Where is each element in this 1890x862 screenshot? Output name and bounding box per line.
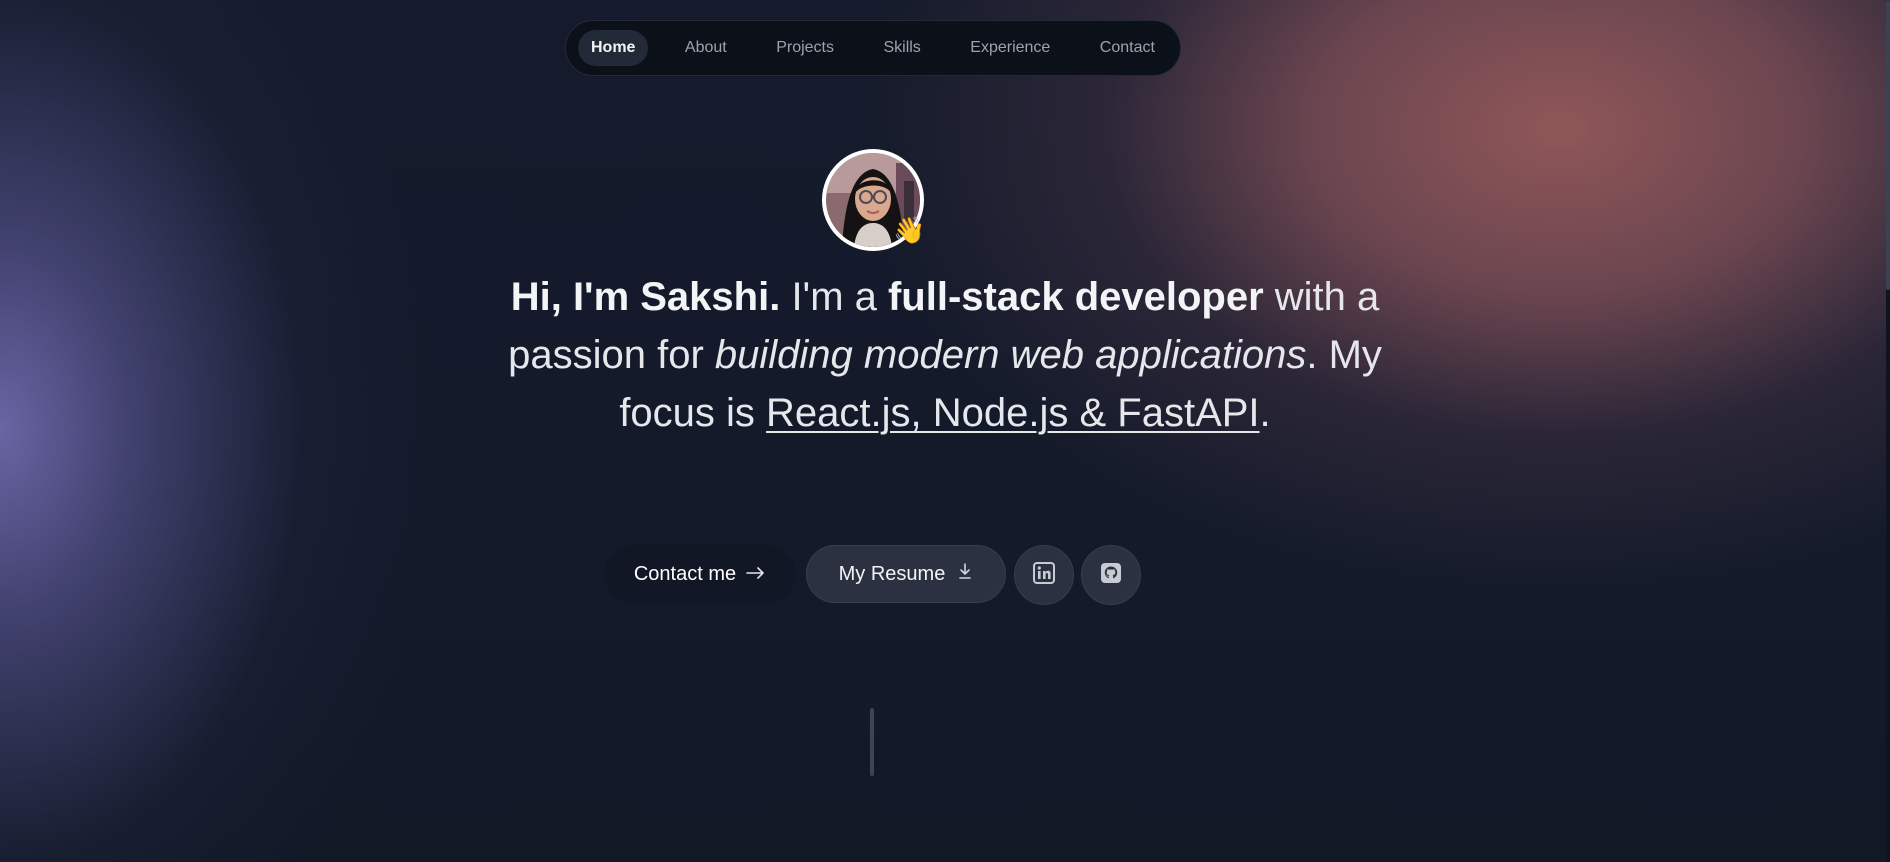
- headline-role: full-stack developer: [887, 275, 1264, 319]
- contact-me-button[interactable]: Contact me: [604, 545, 796, 603]
- linkedin-icon: [1033, 562, 1055, 588]
- nav-item-home[interactable]: Home: [578, 30, 649, 66]
- scroll-indicator: [870, 708, 874, 776]
- linkedin-button[interactable]: [1014, 545, 1074, 605]
- scrollbar-thumb[interactable]: [1886, 0, 1890, 290]
- github-icon: [1100, 562, 1122, 588]
- my-resume-button[interactable]: My Resume: [806, 545, 1006, 603]
- nav-item-skills[interactable]: Skills: [870, 30, 933, 66]
- headline-focus-stack: React.js, Node.js & FastAPI: [766, 391, 1260, 435]
- page-scrollbar[interactable]: [1886, 0, 1890, 862]
- download-icon: [957, 562, 973, 586]
- wave-emoji: 👋: [893, 216, 926, 246]
- headline-passion-focus: building modern web applications: [714, 333, 1307, 377]
- arrow-right-icon: [746, 563, 766, 586]
- nav-item-contact[interactable]: Contact: [1087, 30, 1168, 66]
- github-button[interactable]: [1081, 545, 1141, 605]
- headline-end: .: [1259, 391, 1271, 435]
- nav-item-about[interactable]: About: [672, 30, 740, 66]
- headline-intro: I'm a: [780, 275, 888, 319]
- top-navigation: Home About Projects Skills Experience Co…: [565, 20, 1181, 76]
- contact-me-label: Contact me: [633, 562, 737, 585]
- nav-item-experience[interactable]: Experience: [957, 30, 1063, 66]
- nav-item-projects[interactable]: Projects: [763, 30, 847, 66]
- hero-headline: Hi, I'm Sakshi. I'm a full-stack develop…: [455, 268, 1435, 442]
- headline-greeting: Hi, I'm Sakshi.: [510, 275, 781, 319]
- my-resume-label: My Resume: [838, 562, 946, 585]
